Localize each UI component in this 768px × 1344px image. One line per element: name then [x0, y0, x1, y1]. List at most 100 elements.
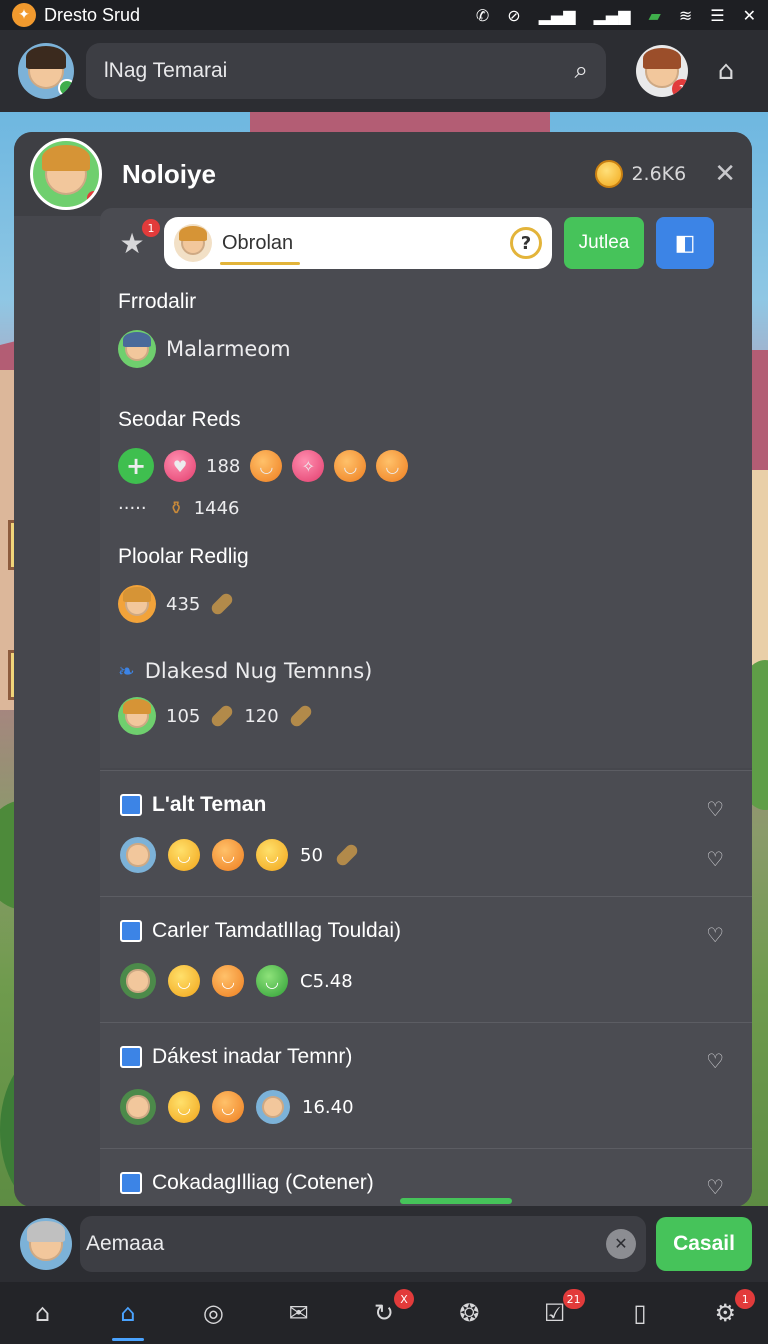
blaked-avatar	[118, 697, 156, 735]
search-input[interactable]: lNag Temarai ⌕	[86, 43, 606, 99]
list-item-title: L'alt Teman	[152, 793, 267, 816]
profile-avatar[interactable]: 1	[636, 45, 688, 97]
house-active-icon[interactable]: ⌂	[106, 1291, 150, 1341]
smile-emoji-icon: ◡	[212, 965, 244, 997]
clear-icon[interactable]: ✕	[606, 1229, 636, 1259]
mail-icon[interactable]: ✉	[277, 1291, 321, 1335]
coin-icon	[595, 160, 624, 188]
list-item[interactable]: Carler TamdatlIlag Touldai) ◡ ◡ ◡ C5.48 …	[100, 896, 752, 1022]
menu-icon[interactable]: ☰	[710, 6, 724, 25]
smile-emoji-icon: ◡	[334, 450, 367, 482]
blaked-count-a: 105	[166, 705, 201, 727]
globe-icon[interactable]: ❂	[447, 1291, 491, 1335]
friend-name: Malarmeom	[166, 337, 291, 361]
section-title-reds: Seodar Reds	[118, 408, 241, 431]
close-icon[interactable]: ✕	[743, 6, 756, 25]
smile-emoji-icon: ◡	[168, 1091, 200, 1123]
chat-topic-field[interactable]: Obrolan ?	[164, 217, 552, 269]
friend-avatar	[118, 330, 156, 368]
send-button[interactable]: Casail	[656, 1217, 752, 1271]
smile-emoji-icon: ◡	[212, 839, 244, 871]
top-bar: lNag Temarai ⌕ 1 ⌂	[0, 30, 768, 112]
friend-panel: Noloiye 2.6K6 ✕ ★ 1 Obrolan ? Jutlea ◧ F…	[14, 132, 752, 1207]
sparkle-heart-emoji-icon: ✧	[292, 450, 325, 482]
heart-icon[interactable]: ♡	[706, 797, 724, 821]
discord-icon[interactable]: ◧	[656, 217, 714, 269]
blaked-row: 105 120	[100, 697, 752, 735]
avatar-badge	[87, 191, 99, 205]
battery-icon: ▰	[648, 5, 661, 25]
settings-icon[interactable]: ⚙ 1	[703, 1289, 756, 1335]
panel-header: Noloiye 2.6K6 ✕	[14, 132, 752, 216]
heart-icon[interactable]: ♡	[706, 923, 724, 947]
smile-emoji-icon: ◡	[212, 1091, 244, 1123]
chat-input[interactable]: Aemaaa ✕	[80, 1216, 646, 1272]
chat-input-value: Aemaaa	[86, 1232, 165, 1255]
check-box-icon[interactable]: ☑ 21	[533, 1289, 585, 1335]
smile-emoji-icon: ◡	[256, 839, 288, 871]
list-avatar	[256, 1090, 290, 1124]
home-icon[interactable]: ⌂	[21, 1291, 65, 1335]
chip-label: Obrolan	[222, 231, 294, 254]
list-icon	[120, 794, 142, 816]
chat-content: ★ 1 Obrolan ? Jutlea ◧ Frrodalir Malarme…	[100, 208, 752, 768]
leaf-icon: ❧	[118, 659, 135, 683]
list-item[interactable]: CokadagIlliag (Cotener) ♡	[100, 1148, 752, 1207]
money-bag-icon: ⚱	[168, 498, 184, 519]
list-item[interactable]: L'alt Teman ◡ ◡ ◡ 50 ♡ ♡	[100, 770, 752, 896]
green-emoji-icon: ◡	[256, 965, 288, 997]
list-icon	[120, 920, 142, 942]
star-icon[interactable]: ★ 1	[112, 219, 160, 263]
blaked-count-b: 120	[244, 705, 279, 727]
heart-icon[interactable]: ♡	[706, 1049, 724, 1073]
dots-text: ·····	[118, 498, 147, 519]
coin-balance: 2.6K6	[595, 160, 686, 188]
reds-count: 188	[206, 455, 241, 477]
scroll-icon	[209, 591, 236, 617]
help-icon[interactable]: ?	[510, 227, 542, 259]
popular-count: 435	[166, 593, 201, 615]
status-bar: ✦ Dresto Srud ✆ ⊘ ▂▄▆ ▂▄▆ ▰ ≋ ☰ ✕	[0, 0, 768, 30]
friend-row[interactable]: Malarmeom	[100, 330, 752, 368]
list-item-value: C5.48	[300, 970, 353, 992]
panel-avatar[interactable]	[30, 138, 102, 210]
refresh-icon[interactable]: ↻ X	[362, 1289, 414, 1335]
section-title-friends: Frrodalir	[118, 290, 197, 313]
search-icon[interactable]: ⌕	[575, 57, 588, 85]
signal-icon: ▂▄▆	[593, 5, 631, 25]
list-item-value: 16.40	[302, 1096, 354, 1118]
app-logo-icon: ✦	[12, 3, 36, 27]
smile-emoji-icon: ◡	[376, 450, 409, 482]
scroll-icon	[209, 703, 236, 729]
close-icon[interactable]: ✕	[714, 159, 736, 189]
panel-title: Noloiye	[122, 158, 216, 189]
nav-badge: X	[393, 1289, 414, 1309]
list-item-title: Dákest inadar Temnr)	[152, 1045, 353, 1068]
heart-icon[interactable]: ♡	[706, 1175, 724, 1199]
profile-badge: 1	[672, 79, 688, 97]
bottom-nav: ⌂ ⌂ ◎ ✉ ↻ X ❂ ☑ 21 ▯ ⚙ 1	[0, 1282, 768, 1344]
chat-avatar[interactable]	[20, 1218, 72, 1270]
list-icon	[120, 1172, 142, 1194]
signal-icon: ▂▄▆	[538, 5, 576, 25]
popular-row: 435	[100, 585, 752, 623]
chat-bar: Aemaaa ✕ Casail	[0, 1206, 768, 1282]
list-avatar	[120, 837, 156, 873]
list-item-title: Carler TamdatlIlag Touldai)	[152, 919, 402, 942]
compass-icon[interactable]: ◎	[191, 1291, 235, 1335]
camera-icon[interactable]: ⌂	[702, 47, 750, 95]
heart-icon[interactable]: ♡	[706, 847, 724, 871]
nav-badge: 1	[735, 1289, 756, 1309]
star-badge: 1	[142, 219, 160, 237]
phone-icon: ✆	[475, 5, 490, 25]
coin-count: 2.6K6	[631, 163, 687, 185]
join-button[interactable]: Jutlea	[564, 217, 644, 269]
smile-emoji-icon: ◡	[168, 839, 200, 871]
search-input-value: lNag Temarai	[104, 59, 228, 82]
section-title-popular: Ploolar Redlig	[118, 545, 249, 568]
user-avatar[interactable]	[18, 43, 74, 99]
add-icon[interactable]: +	[118, 448, 154, 484]
phone-icon[interactable]: ▯	[618, 1291, 662, 1335]
nav-badge: 21	[562, 1289, 585, 1309]
list-item[interactable]: Dákest inadar Temnr) ◡ ◡ 16.40 ♡	[100, 1022, 752, 1148]
